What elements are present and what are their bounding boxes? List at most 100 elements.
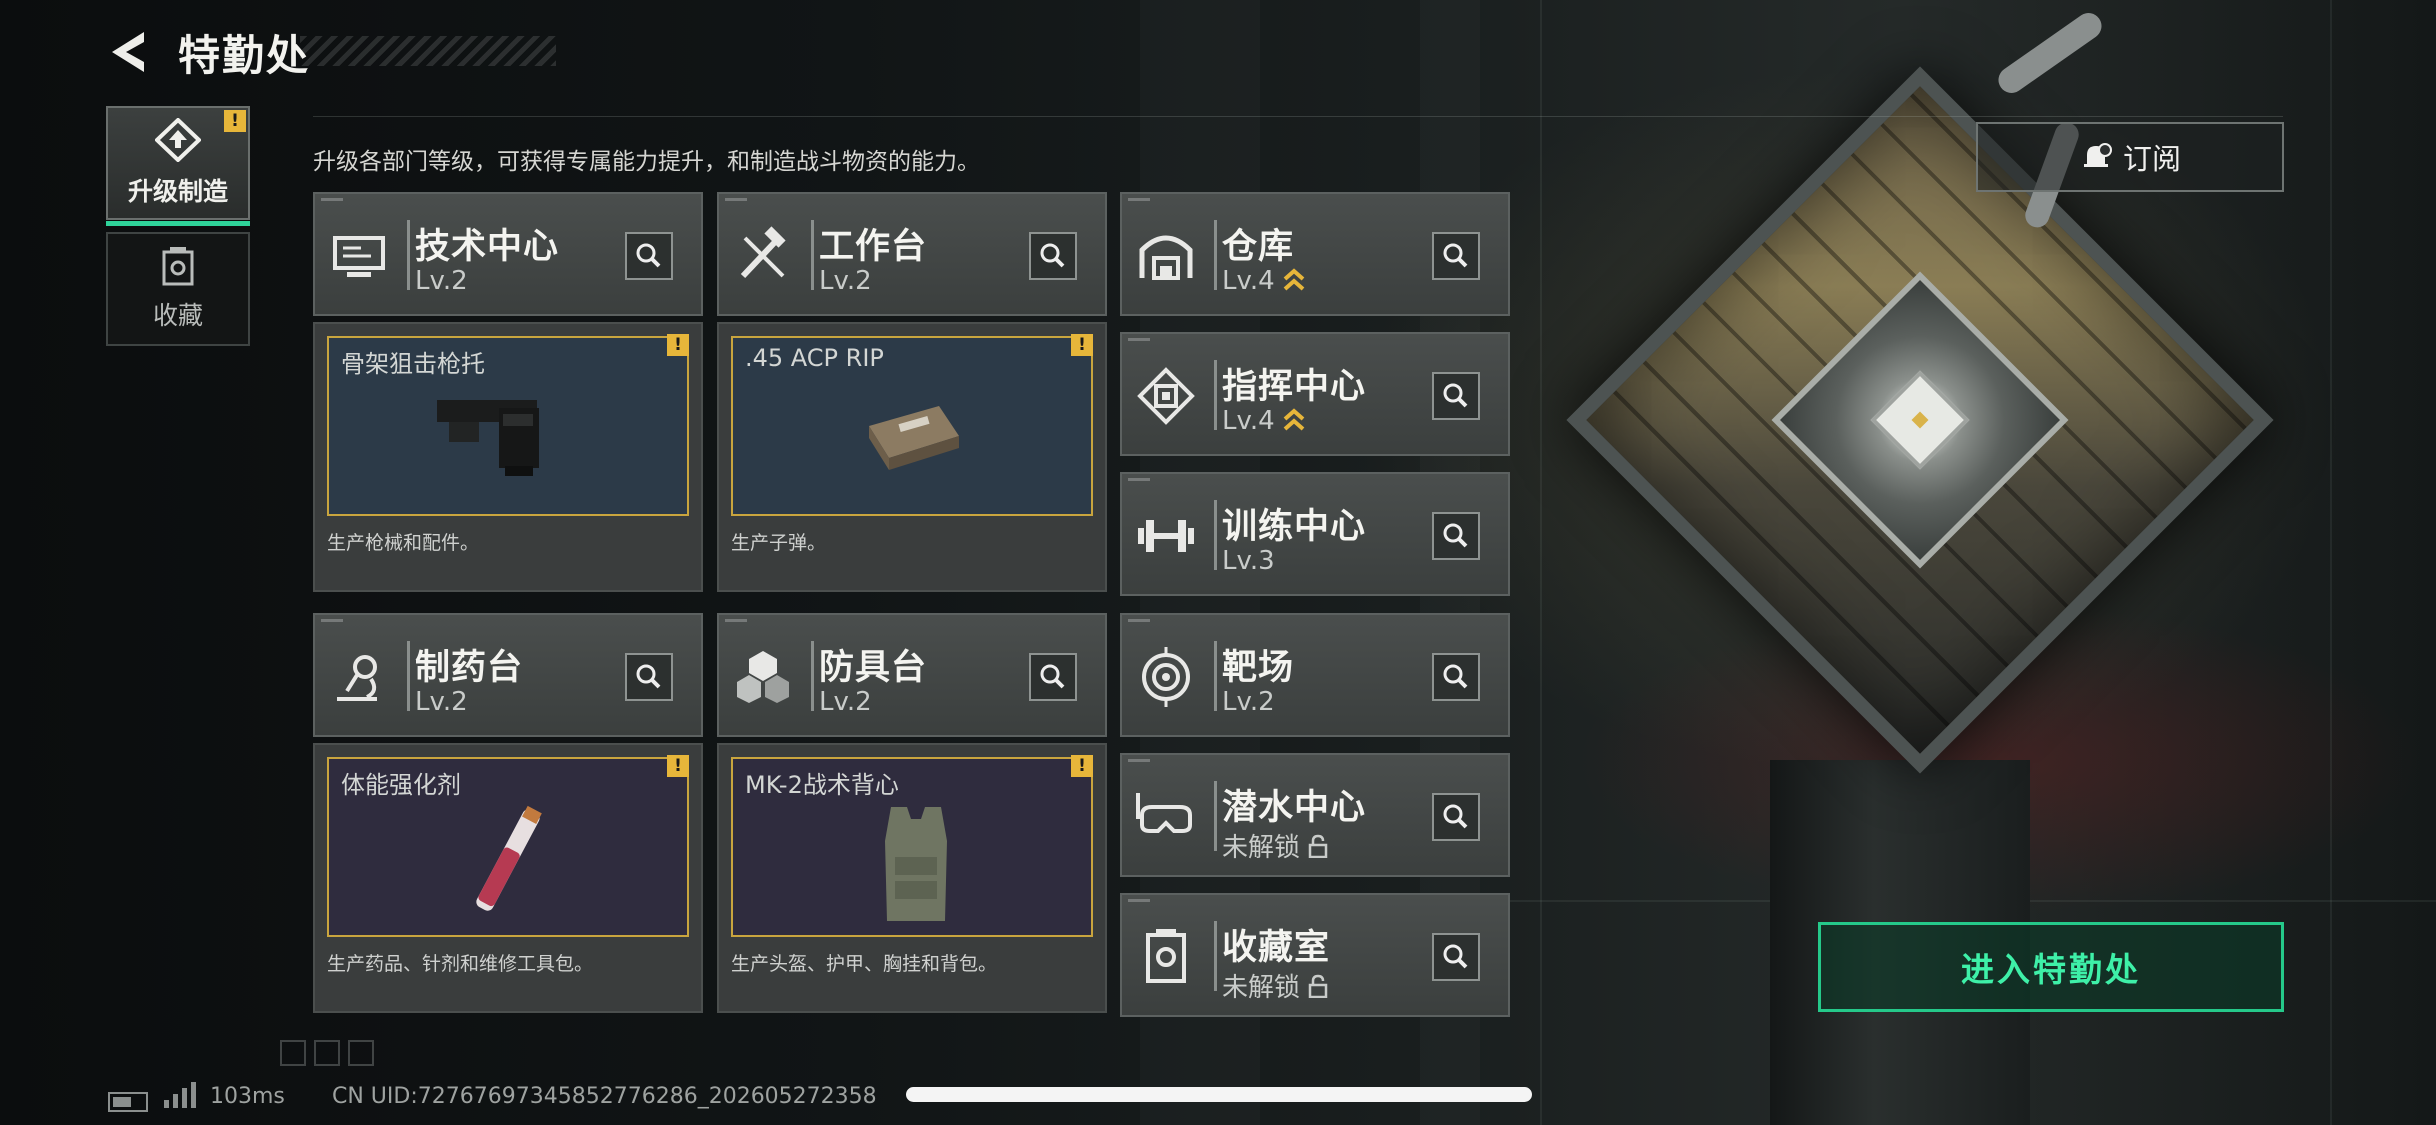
production-item-name: 骨架狙击枪托	[341, 350, 485, 378]
production-slot[interactable]: MK-2战术背心 !	[731, 755, 1093, 937]
diving-mask-icon	[1136, 793, 1192, 833]
dumbbell-icon	[1138, 520, 1194, 552]
department-level: Lv.2	[819, 266, 872, 296]
production-description: 生产枪械和配件。	[327, 532, 480, 554]
inspect-button[interactable]	[1029, 653, 1077, 701]
search-icon	[1040, 243, 1065, 268]
department-card-tech-center[interactable]: 技术中心 Lv.2	[313, 192, 703, 316]
lock-icon	[1308, 834, 1328, 858]
trophy-icon	[1146, 929, 1186, 983]
lock-icon	[1308, 974, 1328, 998]
search-icon	[1443, 664, 1468, 689]
user-uid: CN UID:7276769734585​2776286_20260527235…	[332, 1084, 877, 1109]
department-card-diving-center[interactable]: 潜水中心 未解锁	[1120, 753, 1510, 877]
search-icon	[1443, 804, 1468, 829]
department-name: 工作台	[819, 227, 928, 267]
page-description: 升级各部门等级，可获得专属能力提升，和制造战斗物资的能力。	[313, 149, 980, 175]
department-name: 潜水中心	[1222, 788, 1367, 828]
production-description: 生产头盔、护甲、胸挂和背包。	[731, 953, 998, 975]
search-icon	[636, 664, 661, 689]
department-card-collection-room[interactable]: 收藏室 未解锁	[1120, 893, 1510, 1017]
production-panel-workbench: .45 ACP RIP ! 生产子弹。	[717, 322, 1107, 592]
warehouse-icon	[1139, 235, 1193, 280]
subscribe-label: 订阅	[2122, 142, 2181, 176]
department-name: 防具台	[819, 648, 928, 688]
inspect-button[interactable]	[1029, 232, 1077, 280]
department-name: 指挥中心	[1222, 367, 1367, 407]
footer-decor	[280, 1040, 374, 1066]
tab-upgrade-craft[interactable]: 升级制造 !	[106, 106, 250, 226]
chip-icon	[1137, 367, 1195, 425]
department-card-shooting-range[interactable]: 靶场 Lv.2	[1120, 613, 1510, 737]
production-description: 生产子弹。	[731, 532, 827, 554]
monitor-icon	[333, 236, 385, 277]
department-name: 仓库	[1222, 227, 1295, 267]
department-card-pharmacy[interactable]: 制药台 Lv.2	[313, 613, 703, 737]
page-title: 特勤处	[178, 31, 311, 80]
department-card-workbench[interactable]: 工作台 Lv.2	[717, 192, 1107, 316]
bell-icon	[2083, 143, 2112, 167]
inspect-button[interactable]	[1432, 933, 1480, 981]
warning-badge: !	[667, 755, 689, 777]
search-icon	[1443, 383, 1468, 408]
department-card-armor-bench[interactable]: 防具台 Lv.2	[717, 613, 1107, 737]
signal-icon	[164, 1082, 196, 1108]
back-arrow-icon	[112, 32, 144, 72]
tab-collection[interactable]: 收藏	[106, 232, 250, 346]
department-name: 技术中心	[415, 227, 560, 267]
home-indicator[interactable]	[906, 1087, 1532, 1102]
inspect-button[interactable]	[625, 653, 673, 701]
department-level: Lv.2	[415, 687, 468, 717]
inspect-button[interactable]	[1432, 232, 1480, 280]
production-slot[interactable]: 骨架狙击枪托 !	[327, 334, 689, 516]
department-level: 未解锁	[1222, 833, 1301, 863]
production-panel-tech-center: 骨架狙击枪托 ! 生产枪械和配件。	[313, 322, 703, 592]
sniper-stock-image	[437, 400, 539, 476]
department-name: 制药台	[415, 648, 524, 688]
department-card-training-center[interactable]: 训练中心 Lv.3	[1120, 472, 1510, 596]
inspect-button[interactable]	[1432, 793, 1480, 841]
search-icon	[1040, 664, 1065, 689]
department-name: 训练中心	[1222, 507, 1367, 547]
warning-badge: !	[667, 334, 689, 356]
production-panel-pharmacy: 体能强化剂 ! 生产药品、针剂和维修工具包。	[313, 743, 703, 1013]
department-level: Lv.2	[1222, 687, 1275, 717]
department-level: Lv.4	[1222, 406, 1275, 436]
search-icon	[1443, 523, 1468, 548]
cubes-icon	[737, 651, 789, 703]
department-level: 未解锁	[1222, 973, 1301, 1003]
inspect-button[interactable]	[1432, 512, 1480, 560]
department-level: Lv.2	[415, 266, 468, 296]
department-name: 收藏室	[1222, 928, 1331, 968]
inspect-button[interactable]	[625, 232, 673, 280]
production-slot[interactable]: 体能强化剂 !	[327, 755, 689, 937]
department-level: Lv.2	[819, 687, 872, 717]
warning-badge: !	[224, 110, 246, 132]
back-button[interactable]	[108, 28, 152, 76]
header-divider	[313, 116, 2283, 117]
inspect-button[interactable]	[1432, 372, 1480, 420]
injector-image	[476, 805, 542, 911]
ammo-box-image	[869, 406, 959, 470]
subscribe-button[interactable]: 订阅	[1976, 122, 2284, 192]
upgrade-icon	[155, 118, 201, 162]
enter-special-ops-button[interactable]: 进入特勤处	[1818, 922, 2284, 1012]
rank-chevron-icon	[1283, 268, 1305, 291]
battery-icon	[108, 1092, 148, 1112]
tactical-vest-image	[885, 807, 947, 921]
department-level: Lv.4	[1222, 266, 1275, 296]
warning-badge: !	[1071, 334, 1093, 356]
department-card-command-center[interactable]: 指挥中心 Lv.4	[1120, 332, 1510, 456]
production-panel-armor-bench: MK-2战术背心 ! 生产头盔、护甲、胸挂和背包。	[717, 743, 1107, 1013]
department-name: 靶场	[1222, 648, 1295, 688]
inspect-button[interactable]	[1432, 653, 1480, 701]
production-item-name: .45 ACP RIP	[745, 344, 884, 372]
production-item-name: 体能强化剂	[341, 771, 461, 799]
title-decoration	[300, 36, 556, 66]
rank-chevron-icon	[1283, 408, 1305, 431]
warning-badge: !	[1071, 755, 1093, 777]
tab-label: 收藏	[152, 301, 203, 330]
production-slot[interactable]: .45 ACP RIP !	[731, 334, 1093, 516]
latency-readout: 103ms	[210, 1084, 285, 1109]
department-card-warehouse[interactable]: 仓库 Lv.4	[1120, 192, 1510, 316]
